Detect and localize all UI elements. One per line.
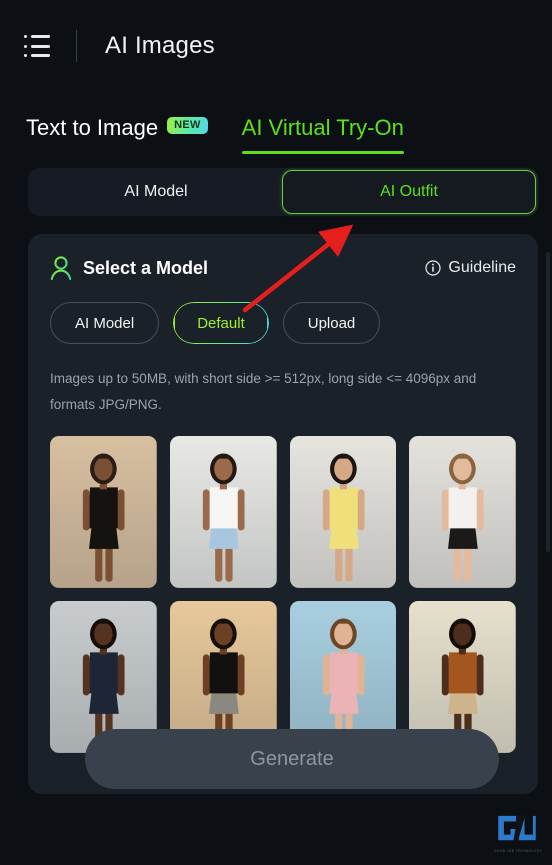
tab-text-to-image[interactable]: Text to Image NEW <box>26 115 208 154</box>
model-thumb-2[interactable] <box>169 436 277 588</box>
guideline-label: Guideline <box>448 259 516 276</box>
pill-upload[interactable]: Upload <box>282 302 381 344</box>
model-thumb-4[interactable] <box>409 436 516 588</box>
guideline-link[interactable]: Guideline <box>425 259 516 277</box>
pill-default[interactable]: Default <box>173 302 269 344</box>
tab-label: AI Virtual Try-On <box>241 115 404 140</box>
watermark-logo: GOOD JOB TECHNOLOGY <box>494 813 543 853</box>
tab-ai-virtual-try-on[interactable]: AI Virtual Try-On <box>241 115 405 154</box>
panel-title-group: Select a Model <box>50 256 208 280</box>
segment-ai-outfit[interactable]: AI Outfit <box>282 170 536 214</box>
watermark-caption: GOOD JOB TECHNOLOGY <box>494 849 543 853</box>
segment-ai-model[interactable]: AI Model <box>30 170 282 214</box>
model-thumb-1[interactable] <box>50 436 157 588</box>
info-circle-icon <box>425 260 441 276</box>
panel-header: Select a Model Guideline <box>50 256 516 280</box>
person-icon <box>50 256 72 280</box>
list-menu-icon[interactable] <box>24 35 50 57</box>
panel-scrollbar-thumb[interactable] <box>546 252 550 552</box>
generate-button[interactable]: Generate <box>85 729 499 789</box>
model-source-pills: AI Model Default Upload <box>50 302 516 344</box>
upload-hint-text: Images up to 50MB, with short side >= 51… <box>50 371 477 412</box>
tab-label: Text to Image <box>26 115 159 140</box>
header-divider <box>76 30 77 62</box>
main-tabs: Text to Image NEW AI Virtual Try-On <box>0 92 552 154</box>
app-header: AI Images <box>0 0 552 92</box>
pill-ai-model[interactable]: AI Model <box>50 302 160 344</box>
mode-segmented-control: AI Model AI Outfit <box>28 168 538 216</box>
select-model-panel: Select a Model Guideline AI Model Defaul… <box>28 234 538 794</box>
page-title: AI Images <box>105 32 215 59</box>
panel-title: Select a Model <box>83 257 209 278</box>
model-thumb-3[interactable] <box>289 436 397 588</box>
new-badge: NEW <box>167 116 208 134</box>
model-thumbnail-grid <box>50 436 516 753</box>
ai-images-app: AI Images Text to Image NEW AI Virtual T… <box>0 0 552 865</box>
